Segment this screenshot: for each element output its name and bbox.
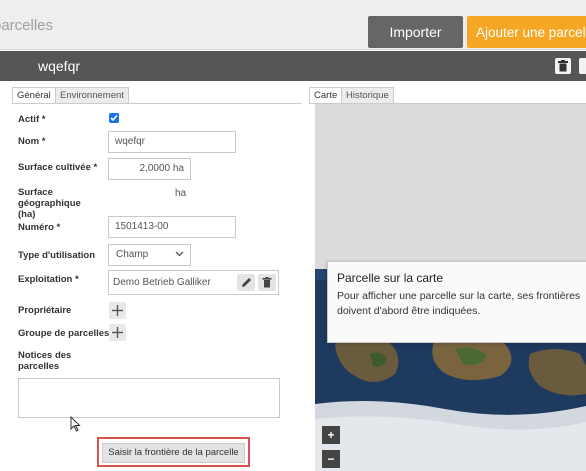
trash-icon <box>558 60 568 72</box>
plus-icon <box>112 327 123 338</box>
boundary-button-highlight: Saisir la frontière de la parcelle <box>97 437 250 467</box>
check-icon <box>110 114 118 122</box>
proprietaire-label: Propriétaire <box>18 305 72 316</box>
tab-general[interactable]: Général <box>12 87 56 103</box>
chevron-down-icon <box>175 251 184 257</box>
nom-label: Nom * <box>18 136 46 147</box>
zoom-in-button[interactable]: + <box>322 426 340 444</box>
delete-record-button[interactable] <box>555 58 571 74</box>
actif-label: Actif * <box>18 114 46 125</box>
tooltip-title: Parcelle sur la carte <box>337 271 444 285</box>
delete-exploitation-button[interactable] <box>258 274 276 291</box>
exploitation-field: Demo Betrieb Galliker <box>108 270 279 295</box>
nom-input[interactable]: wqefqr <box>108 131 236 153</box>
tab-environnement[interactable]: Environnement <box>55 87 129 103</box>
notices-textarea[interactable] <box>18 378 280 418</box>
exploitation-value: Demo Betrieb Galliker <box>113 277 211 288</box>
type-utilisation-select[interactable]: Champ <box>108 244 191 266</box>
mouse-cursor-icon <box>70 416 81 432</box>
record-title: wqefqr <box>38 58 81 74</box>
plus-icon <box>112 305 123 316</box>
type-utilisation-value: Champ <box>116 249 149 260</box>
page-title: parcelles <box>0 17 54 34</box>
import-button[interactable]: Importer <box>368 16 463 48</box>
add-parcel-button[interactable]: Ajouter une parcelle <box>467 16 586 48</box>
groupe-label: Groupe de parcelles <box>18 328 110 339</box>
zoom-out-button[interactable]: − <box>322 450 340 468</box>
enter-boundary-button[interactable]: Saisir la frontière de la parcelle <box>102 443 245 463</box>
surface-geo-label: Surface géographique (ha) <box>18 187 81 220</box>
trash-icon <box>262 277 272 288</box>
tooltip-body: Pour afficher une parcelle sur la carte,… <box>337 290 581 317</box>
edit-exploitation-button[interactable] <box>237 274 255 291</box>
tab-historique[interactable]: Historique <box>341 87 394 103</box>
numero-label: Numéro * <box>18 222 61 233</box>
record-action-button[interactable] <box>579 58 586 74</box>
top-bar: parcelles Importer Ajouter une parcelle <box>0 0 586 50</box>
add-groupe-button[interactable] <box>109 324 126 341</box>
tab-divider <box>12 103 302 104</box>
tab-carte[interactable]: Carte <box>309 87 343 103</box>
surface-cultivee-input[interactable]: 2,0000 ha <box>108 158 191 180</box>
map-info-tooltip: Parcelle sur la carte Pour afficher une … <box>327 261 586 343</box>
notices-label: Notices des parcelles <box>18 350 72 372</box>
type-utilisation-label: Type d'utilisation <box>18 250 96 261</box>
pencil-icon <box>242 278 251 287</box>
actif-checkbox[interactable] <box>109 113 119 123</box>
surface-geo-unit: ha <box>175 188 187 199</box>
exploitation-label: Exploitation * <box>18 274 79 285</box>
surface-cultivee-label: Surface cultivée * <box>18 162 98 173</box>
add-proprietaire-button[interactable] <box>109 302 126 319</box>
record-header: wqefqr <box>0 51 586 81</box>
numero-input[interactable]: 1501413-00 <box>108 216 236 238</box>
